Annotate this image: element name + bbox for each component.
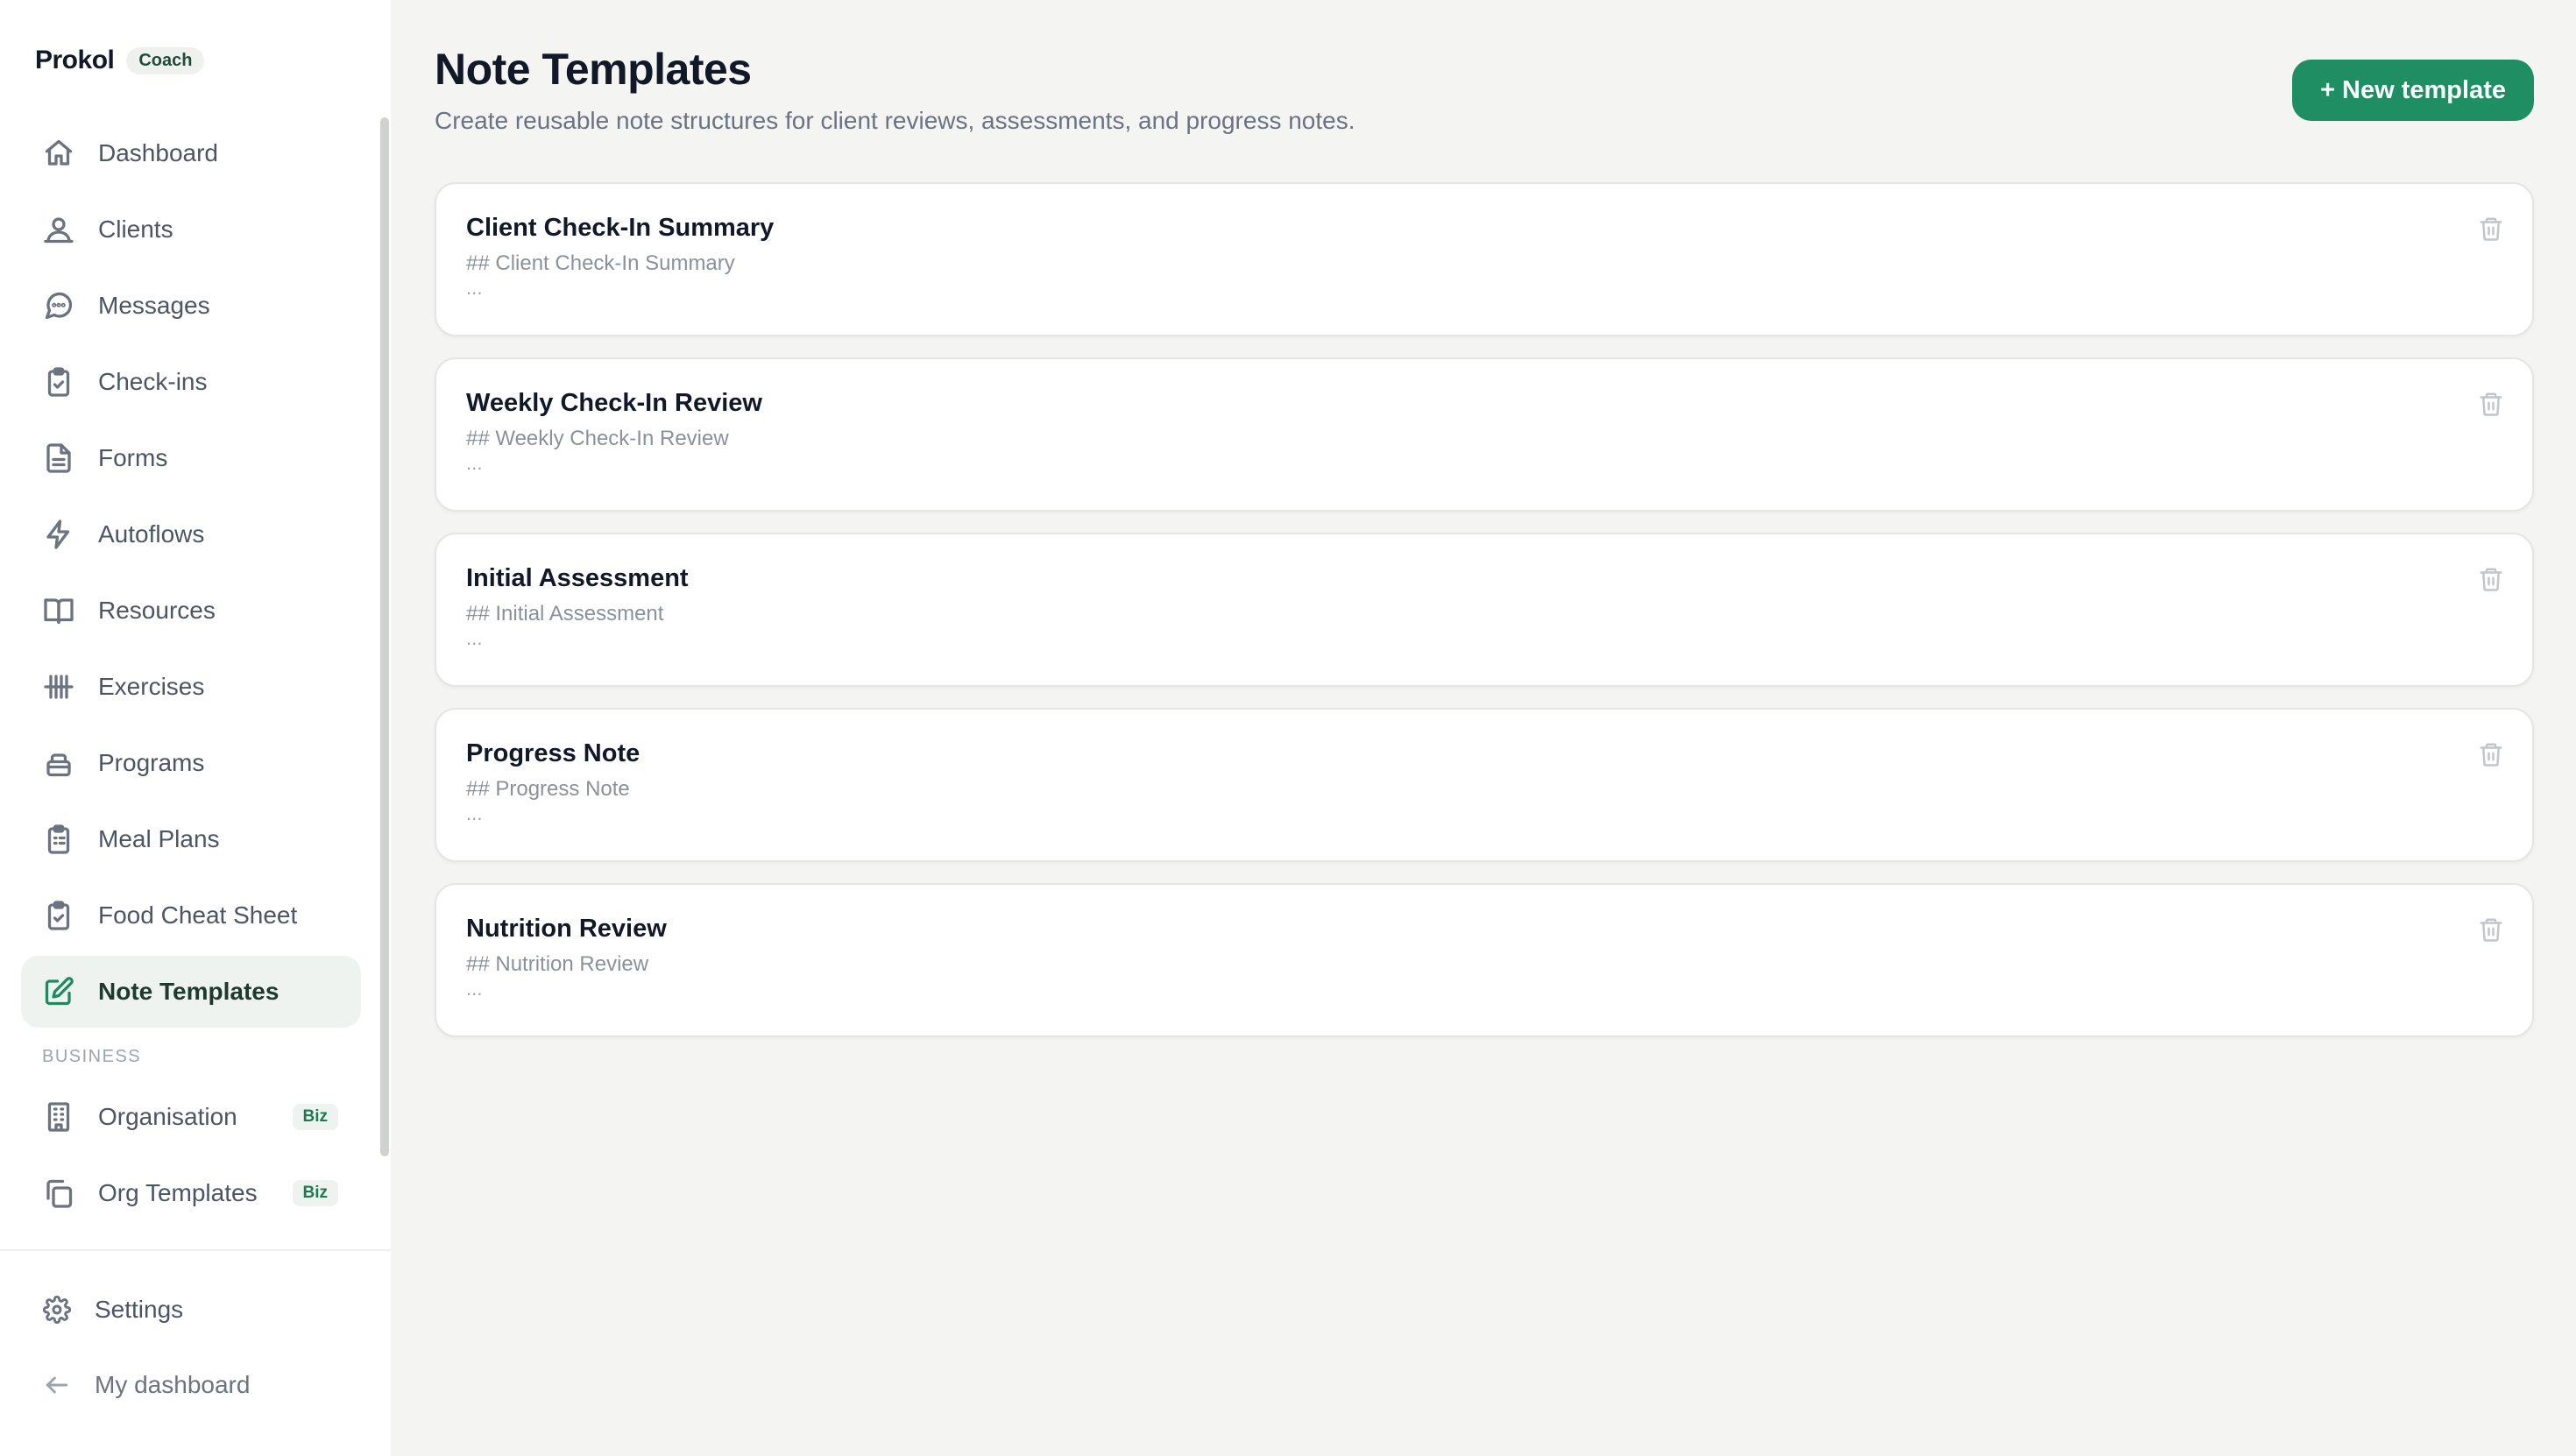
sidebar-item-label: Resources xyxy=(98,597,216,624)
message-circle-icon xyxy=(42,289,75,322)
page-subtitle: Create reusable note structures for clie… xyxy=(435,107,1355,134)
sidebar-item-label: Exercises xyxy=(98,673,205,700)
sidebar-item-organisation[interactable]: Organisation Biz xyxy=(21,1081,361,1153)
template-preview-more: ... xyxy=(466,277,483,299)
clipboard-check-icon xyxy=(42,365,75,399)
building-icon xyxy=(42,1100,75,1134)
template-title: Weekly Check-In Review xyxy=(466,389,762,417)
sidebar-item-forms[interactable]: Forms xyxy=(21,422,361,494)
sidebar-item-label: Clients xyxy=(98,216,173,243)
template-card[interactable]: Weekly Check-In Review ## Weekly Check-I… xyxy=(435,357,2534,512)
sidebar-item-resources[interactable]: Resources xyxy=(21,575,361,647)
brand-name: Prokol xyxy=(35,46,115,74)
role-badge: Coach xyxy=(126,46,205,74)
template-title: Nutrition Review xyxy=(466,915,667,943)
biz-badge: Biz xyxy=(292,1180,338,1206)
file-text-icon xyxy=(42,442,75,475)
trash-icon[interactable] xyxy=(2478,741,2506,769)
trash-icon[interactable] xyxy=(2478,566,2506,594)
template-card[interactable]: Client Check-In Summary ## Client Check-… xyxy=(435,182,2534,336)
sidebar-item-label: Messages xyxy=(98,292,210,319)
book-open-icon xyxy=(42,594,75,627)
template-title: Client Check-In Summary xyxy=(466,214,775,242)
page-title: Note Templates xyxy=(435,45,752,94)
trash-icon[interactable] xyxy=(2478,216,2506,244)
my-dashboard-link[interactable]: My dashboard xyxy=(0,1347,391,1423)
template-card[interactable]: Initial Assessment ## Initial Assessment… xyxy=(435,533,2534,687)
biz-badge: Biz xyxy=(292,1104,338,1130)
trash-icon[interactable] xyxy=(2478,916,2506,944)
template-preview: ## Nutrition Review xyxy=(466,952,649,976)
sidebar-item-label: Food Cheat Sheet xyxy=(98,901,298,929)
edit-icon xyxy=(42,975,75,1008)
sidebar-item-label: Autoflows xyxy=(98,520,205,548)
template-title: Initial Assessment xyxy=(466,564,689,592)
arrow-left-icon xyxy=(42,1370,72,1400)
template-preview-more: ... xyxy=(466,452,483,474)
sidebar-item-label: Organisation xyxy=(98,1103,237,1130)
sidebar-item-note-templates[interactable]: Note Templates xyxy=(21,956,361,1028)
settings-label: Settings xyxy=(95,1296,184,1323)
new-template-button[interactable]: + New template xyxy=(2292,60,2534,121)
sidebar-item-clients[interactable]: Clients xyxy=(21,194,361,265)
sidebar-item-food-cheat-sheet[interactable]: Food Cheat Sheet xyxy=(21,880,361,951)
home-icon xyxy=(42,137,75,170)
clipboard-list-icon xyxy=(42,823,75,856)
template-preview: ## Weekly Check-In Review xyxy=(466,427,729,450)
settings-link[interactable]: Settings xyxy=(0,1272,391,1347)
template-card[interactable]: Progress Note ## Progress Note ... xyxy=(435,708,2534,862)
template-preview-more: ... xyxy=(466,802,483,824)
template-preview: ## Initial Assessment xyxy=(466,602,664,626)
dumbbell-icon xyxy=(42,670,75,703)
sidebar-item-label: Note Templates xyxy=(98,978,280,1005)
gear-icon xyxy=(42,1295,72,1325)
zap-icon xyxy=(42,518,75,551)
template-list: Client Check-In Summary ## Client Check-… xyxy=(435,182,2534,1058)
brand[interactable]: Prokol Coach xyxy=(35,46,205,75)
sidebar-item-meal-plans[interactable]: Meal Plans xyxy=(21,803,361,875)
template-preview: ## Client Check-In Summary xyxy=(466,251,735,275)
sidebar-item-autoflows[interactable]: Autoflows xyxy=(21,498,361,570)
sidebar-item-label: Check-ins xyxy=(98,368,208,395)
sidebar-item-label: Dashboard xyxy=(98,139,218,166)
sidebar: Prokol Coach Dashboard Clients Messages … xyxy=(0,0,391,1456)
section-label-business: BUSINESS xyxy=(42,1046,142,1066)
sidebar-item-messages[interactable]: Messages xyxy=(21,270,361,342)
template-preview-more: ... xyxy=(466,627,483,649)
sidebar-item-label: Programs xyxy=(98,749,205,776)
sidebar-nav: Dashboard Clients Messages Check-ins For… xyxy=(21,117,361,1233)
template-title: Progress Note xyxy=(466,739,640,767)
sidebar-item-programs[interactable]: Programs xyxy=(21,727,361,799)
copy-icon xyxy=(42,1177,75,1210)
main-content: Note Templates Create reusable note stru… xyxy=(391,0,2576,1456)
sidebar-item-check-ins[interactable]: Check-ins xyxy=(21,346,361,418)
sidebar-item-label: Org Templates xyxy=(98,1179,258,1206)
template-preview: ## Progress Note xyxy=(466,777,630,801)
sidebar-item-label: Meal Plans xyxy=(98,825,220,852)
sidebar-footer: Settings My dashboard xyxy=(0,1249,391,1423)
sidebar-item-exercises[interactable]: Exercises xyxy=(21,651,361,723)
sidebar-item-dashboard[interactable]: Dashboard xyxy=(21,117,361,189)
sidebar-item-org-templates[interactable]: Org Templates Biz xyxy=(21,1157,361,1229)
my-dashboard-label: My dashboard xyxy=(95,1371,251,1398)
sidebar-item-label: Forms xyxy=(98,444,168,471)
users-icon xyxy=(42,213,75,246)
clipboard-check-icon xyxy=(42,899,75,932)
layers-icon xyxy=(42,746,75,780)
template-card[interactable]: Nutrition Review ## Nutrition Review ... xyxy=(435,883,2534,1037)
sidebar-scrollbar[interactable] xyxy=(380,117,389,1156)
template-preview-more: ... xyxy=(466,978,483,1000)
app: Prokol Coach Dashboard Clients Messages … xyxy=(0,0,2576,1456)
trash-icon[interactable] xyxy=(2478,391,2506,419)
